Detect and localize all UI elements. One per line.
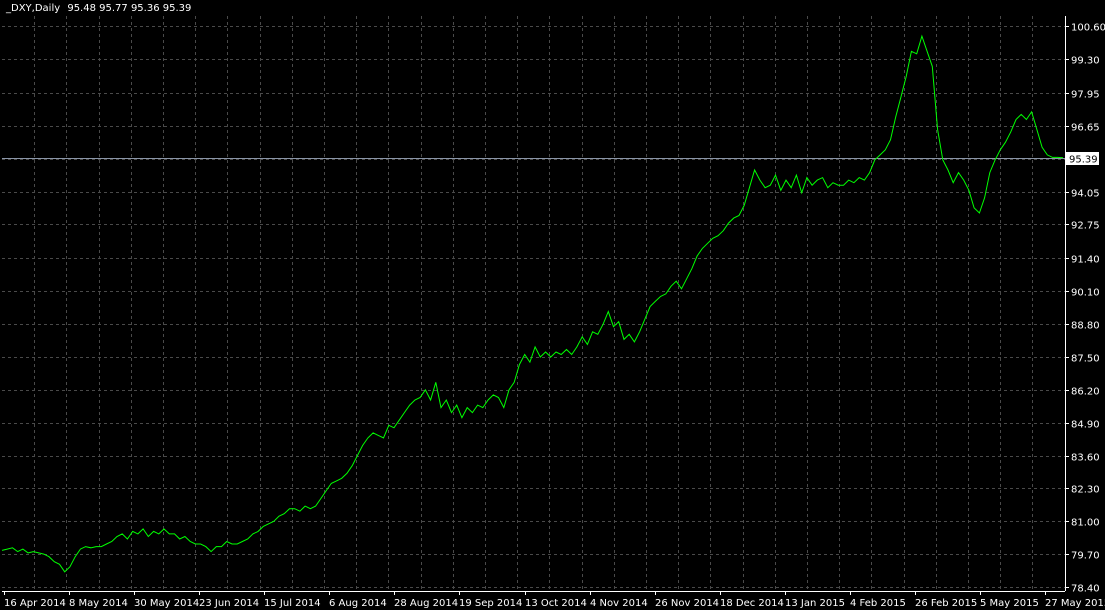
x-tick-label: 5 May 2015 [980, 598, 1039, 609]
price-chart[interactable]: 100.6099.3097.9596.6595.3594.0592.7591.4… [0, 0, 1105, 610]
x-tick-label: 13 Jan 2015 [785, 598, 845, 609]
x-tick-label: 28 Aug 2014 [394, 598, 458, 609]
y-tick-label: 94.05 [1071, 189, 1100, 200]
price-series-line [1, 34, 1064, 573]
y-tick-label: 92.75 [1071, 221, 1100, 232]
y-tick-label: 96.65 [1071, 123, 1100, 134]
y-tick-label: 86.20 [1071, 387, 1100, 398]
x-tick-label: 8 May 2014 [69, 598, 128, 609]
x-tick-label: 18 Dec 2014 [720, 598, 784, 609]
y-tick-label: 90.10 [1071, 288, 1100, 299]
y-tick-label: 87.50 [1071, 354, 1100, 365]
y-tick-label: 78.40 [1071, 584, 1100, 595]
y-tick-label: 100.60 [1071, 23, 1105, 34]
y-tick-label: 97.95 [1071, 90, 1100, 101]
chart-window[interactable]: 100.6099.3097.9596.6595.3594.0592.7591.4… [0, 0, 1105, 610]
y-tick-label: 81.00 [1071, 518, 1100, 529]
y-tick-label: 88.80 [1071, 321, 1100, 332]
ohlc-readout: 95.48 95.77 95.36 95.39 [67, 3, 192, 14]
x-tick-label: 16 Apr 2014 [4, 598, 66, 609]
x-tick-label: 13 Oct 2014 [525, 598, 587, 609]
chart-header: _DXY,Daily 95.48 95.77 95.36 95.39 [6, 3, 195, 14]
x-tick-label: 23 Jun 2014 [199, 598, 259, 609]
x-tick-label: 6 Aug 2014 [329, 598, 387, 609]
y-tick-label: 82.30 [1071, 485, 1100, 496]
x-tick-label: 26 Nov 2014 [655, 598, 719, 609]
x-tick-label: 26 Feb 2015 [915, 598, 977, 609]
x-tick-label: 19 Sep 2014 [459, 598, 522, 609]
y-tick-label: 83.60 [1071, 453, 1100, 464]
x-tick-label: 30 May 2014 [134, 598, 199, 609]
x-tick-label: 15 Jul 2014 [264, 598, 321, 609]
x-tick-label: 27 May 2015 [1045, 598, 1105, 609]
y-tick-label: 79.70 [1071, 551, 1100, 562]
x-tick-label: 4 Feb 2015 [850, 598, 906, 609]
y-tick-label: 91.40 [1071, 255, 1100, 266]
x-tick-label: 4 Nov 2014 [590, 598, 648, 609]
current-price-label: 95.39 [1069, 155, 1098, 166]
y-tick-label: 84.90 [1071, 420, 1100, 431]
symbol-label: _DXY,Daily [6, 3, 61, 14]
y-tick-label: 99.30 [1071, 56, 1100, 67]
